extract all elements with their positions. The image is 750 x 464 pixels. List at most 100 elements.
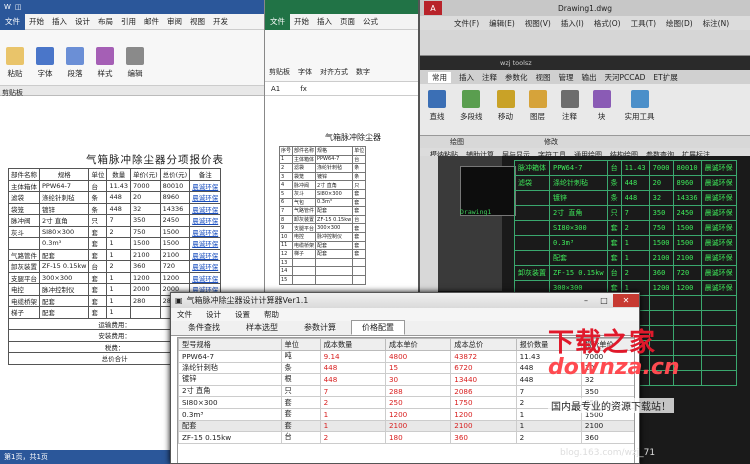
cad-tab[interactable]: 注释: [482, 72, 497, 83]
word-tab[interactable]: 布局: [94, 16, 117, 27]
word-ribbon-button[interactable]: 编辑: [126, 47, 144, 79]
calc-cell[interactable]: 448: [319, 361, 386, 375]
calc-column-header[interactable]: 单位: [280, 338, 321, 351]
excel-cell[interactable]: [352, 266, 367, 276]
close-icon[interactable]: ✕: [613, 294, 639, 307]
calc-cell[interactable]: 套: [280, 407, 321, 421]
word-tab[interactable]: 设计: [71, 16, 94, 27]
calc-cell[interactable]: 1200: [384, 407, 452, 421]
calc-cell[interactable]: 涤纶针刺毡: [178, 361, 282, 375]
excel-cell[interactable]: [315, 274, 354, 285]
excel-cell[interactable]: SI80×300: [315, 188, 354, 199]
calc-cell[interactable]: 1200: [450, 407, 517, 421]
calc-tab[interactable]: 样本选型: [235, 320, 289, 335]
word-tab[interactable]: 插入: [48, 16, 71, 27]
word-tab[interactable]: 开发: [209, 16, 232, 27]
cad-tab[interactable]: 管理: [559, 72, 574, 83]
excel-cell[interactable]: 套: [352, 206, 367, 216]
calc-cell[interactable]: 2: [515, 431, 582, 444]
word-ribbon-button[interactable]: 粘贴: [6, 47, 24, 79]
minimize-icon[interactable]: –: [577, 294, 595, 307]
excel-cell[interactable]: 滤袋: [292, 163, 317, 173]
excel-cell[interactable]: 台: [352, 214, 367, 225]
excel-tab[interactable]: 开始: [290, 16, 313, 27]
excel-cell[interactable]: 主体箱体: [292, 154, 317, 165]
cad-tab[interactable]: ET扩展: [653, 72, 677, 83]
calc-tab[interactable]: 条件查找: [177, 320, 231, 335]
excel-cell[interactable]: 13: [278, 257, 294, 268]
excel-cell[interactable]: [352, 274, 367, 285]
calc-row[interactable]: 配套套121002100121002100晨诚环保: [178, 419, 634, 433]
excel-tab-file[interactable]: 文件: [265, 13, 290, 30]
excel-cell[interactable]: 14: [278, 266, 294, 276]
excel-cell[interactable]: 台: [352, 154, 367, 165]
excel-cell[interactable]: 7: [278, 206, 294, 216]
word-ribbon-button[interactable]: 字体: [36, 47, 54, 79]
calc-column-header[interactable]: 成本总价: [450, 338, 517, 351]
excel-cell[interactable]: 套: [352, 223, 367, 233]
calc-cell[interactable]: SI80×300: [178, 396, 282, 409]
excel-tab[interactable]: 页面: [336, 16, 359, 27]
cad-menu-item[interactable]: 插入(I): [561, 18, 584, 29]
calc-cell[interactable]: 360: [450, 431, 517, 444]
word-tab[interactable]: 引用: [117, 16, 140, 27]
calc-cell[interactable]: 2: [319, 396, 386, 409]
word-quick-access-icon[interactable]: ◫: [15, 3, 22, 11]
maximize-icon[interactable]: □: [595, 294, 613, 307]
calc-cell[interactable]: 250: [384, 396, 452, 409]
word-ribbon-button[interactable]: 段落: [66, 47, 84, 79]
excel-ribbon-group[interactable]: 剪贴板: [269, 67, 290, 77]
word-tab-file[interactable]: 文件: [0, 13, 25, 30]
excel-cell[interactable]: 1: [278, 154, 294, 165]
calc-column-header[interactable]: 成本数量: [319, 338, 386, 351]
excel-tab[interactable]: 插入: [313, 16, 336, 27]
calc-cell[interactable]: 2100: [450, 419, 517, 433]
calc-cell[interactable]: 2100: [384, 419, 452, 433]
cad-menu-item[interactable]: 标注(N): [703, 18, 729, 29]
excel-cell[interactable]: 套: [352, 188, 367, 199]
excel-cell[interactable]: 卸灰装置: [292, 214, 317, 225]
excel-cell[interactable]: 0.3m³: [315, 197, 354, 208]
excel-tab[interactable]: 公式: [359, 16, 382, 27]
calc-cell[interactable]: 配套: [178, 419, 282, 433]
excel-cell[interactable]: 灰斗: [292, 188, 317, 199]
calc-cell[interactable]: 套: [280, 396, 321, 409]
excel-cell[interactable]: [315, 266, 354, 276]
cad-ribbon-button[interactable]: 直线: [428, 90, 446, 135]
excel-cell[interactable]: 10: [278, 231, 294, 242]
calc-tab[interactable]: 价格配置: [351, 320, 405, 335]
excel-cell[interactable]: [352, 257, 367, 268]
cad-tab[interactable]: 输出: [582, 72, 597, 83]
excel-cell[interactable]: 袋笼: [292, 171, 317, 182]
cad-menu-item[interactable]: 绘图(D): [666, 18, 693, 29]
excel-cell[interactable]: 条: [352, 171, 367, 182]
calc-tab[interactable]: 参数计算: [293, 320, 347, 335]
calc-cell[interactable]: 13440: [450, 373, 517, 386]
excel-cell[interactable]: 条: [352, 163, 367, 173]
calc-cell[interactable]: 43872: [450, 350, 517, 363]
calc-menu-item[interactable]: 文件: [177, 309, 192, 320]
calc-cell[interactable]: 350: [580, 384, 634, 398]
excel-cell[interactable]: [292, 266, 317, 276]
excel-cell[interactable]: 配套: [315, 206, 354, 216]
word-tab[interactable]: 视图: [186, 16, 209, 27]
word-tab[interactable]: 邮件: [140, 16, 163, 27]
calc-column-header[interactable]: 成本单价: [384, 338, 452, 351]
cad-tab[interactable]: 视图: [536, 72, 551, 83]
calc-cell[interactable]: 2086: [450, 384, 517, 398]
excel-cell[interactable]: 涤纶针刺毡: [315, 163, 354, 173]
excel-cell[interactable]: ZF-15 0.15kw: [315, 214, 354, 225]
excel-cell[interactable]: 套: [352, 231, 367, 242]
calc-cell[interactable]: 吨: [280, 350, 321, 363]
word-tab[interactable]: 开始: [25, 16, 48, 27]
name-box[interactable]: A1: [271, 85, 280, 93]
calc-cell[interactable]: 30: [384, 373, 452, 386]
calc-cell[interactable]: 根: [280, 373, 321, 386]
excel-cell[interactable]: 8: [278, 214, 294, 225]
excel-cell[interactable]: 气路管件: [292, 206, 317, 216]
calc-cell[interactable]: 套: [280, 419, 321, 433]
excel-cell[interactable]: 12: [278, 249, 294, 259]
excel-cell[interactable]: 气包: [292, 197, 317, 208]
excel-cell[interactable]: 5: [278, 188, 294, 199]
autocad-logo-icon[interactable]: A: [424, 1, 442, 15]
